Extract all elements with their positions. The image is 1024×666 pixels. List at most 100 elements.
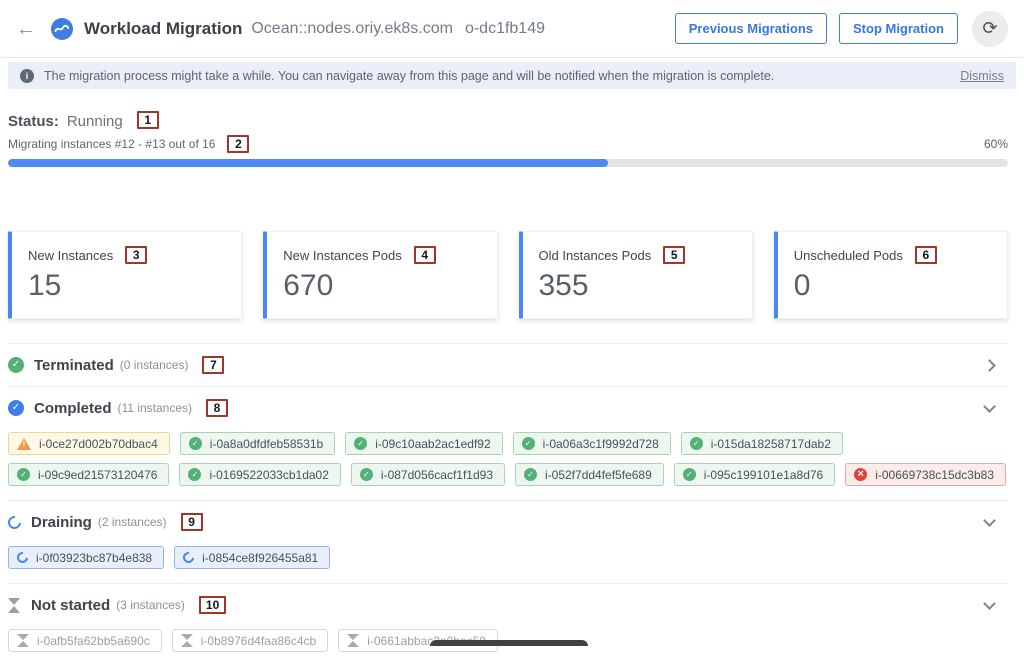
- success-icon: [360, 468, 373, 481]
- section-count: (0 instances): [120, 358, 189, 372]
- instance-id: i-0f03923bc87b4e838: [36, 551, 152, 565]
- section-title: Not started: [31, 597, 110, 614]
- progress-bar-fill: [8, 159, 608, 167]
- section-completed: Completed (11 instances) 8 i-0ce27d002b7…: [8, 386, 1008, 500]
- section-title: Draining: [31, 514, 92, 531]
- status-row: Status: Running 1: [8, 113, 1008, 130]
- section-count: (11 instances): [118, 401, 192, 415]
- warning-icon: [17, 438, 31, 450]
- instance-chip[interactable]: i-0854ce8f926455a81: [174, 546, 330, 569]
- info-icon: i: [20, 69, 34, 83]
- stat-cards: New Instances 3 15 New Instances Pods 4 …: [8, 231, 1008, 319]
- success-icon: [189, 437, 202, 450]
- card-new-instances-pods: New Instances Pods 4 670: [263, 231, 497, 319]
- bottom-overlay-bar: [430, 640, 588, 646]
- instance-id: i-09c9ed21573120476: [38, 468, 157, 482]
- chips-completed: i-0ce27d002b70dbac4 i-0a8a0dfdfeb58531b …: [8, 429, 1008, 500]
- instance-chip[interactable]: i-0169522033cb1da02: [179, 463, 340, 486]
- progress-bar: [8, 159, 1008, 167]
- card-new-instances: New Instances 3 15: [8, 231, 242, 319]
- instance-id: i-0a8a0dfdfeb58531b: [210, 437, 323, 451]
- instance-chip[interactable]: i-09c9ed21573120476: [8, 463, 169, 486]
- chevron-right-icon[interactable]: [983, 359, 996, 372]
- card-unscheduled-pods: Unscheduled Pods 6 0: [774, 231, 1008, 319]
- pending-icon: [181, 634, 193, 647]
- success-icon: [17, 468, 30, 481]
- card-value: 355: [539, 271, 736, 301]
- section-draining: Draining (2 instances) 9 i-0f03923bc87b4…: [8, 500, 1008, 583]
- chevron-down-icon[interactable]: [983, 514, 996, 527]
- annotation-badge-6: 6: [915, 246, 937, 264]
- chevron-down-icon[interactable]: [983, 400, 996, 413]
- previous-migrations-button[interactable]: Previous Migrations: [675, 13, 827, 44]
- progress-row: Migrating instances #12 - #13 out of 16 …: [8, 135, 1008, 153]
- chevron-down-icon[interactable]: [983, 597, 996, 610]
- success-icon: [524, 468, 537, 481]
- instance-id: i-087d056cacf1f1d93: [381, 468, 493, 482]
- section-title: Completed: [34, 400, 112, 417]
- instance-chip[interactable]: i-0afb5fa62bb5a690c: [8, 629, 162, 652]
- hourglass-icon: [8, 598, 21, 613]
- card-value: 670: [283, 271, 480, 301]
- instance-chip[interactable]: i-0b8976d4faa86c4cb: [172, 629, 328, 652]
- instance-id: i-0ce27d002b70dbac4: [39, 437, 158, 451]
- annotation-badge-4: 4: [414, 246, 436, 264]
- instance-chip[interactable]: i-0a8a0dfdfeb58531b: [180, 432, 335, 455]
- back-arrow-icon[interactable]: ←: [16, 19, 36, 39]
- pending-icon: [17, 634, 29, 647]
- card-label: New Instances Pods: [283, 248, 402, 263]
- annotation-badge-5: 5: [663, 246, 685, 264]
- info-banner: i The migration process might take a whi…: [8, 62, 1016, 89]
- instance-id: i-0854ce8f926455a81: [202, 551, 318, 565]
- progress-text: Migrating instances #12 - #13 out of 16: [8, 137, 215, 151]
- section-not-started-header[interactable]: Not started (3 instances) 10: [8, 584, 1008, 626]
- annotation-badge-10: 10: [199, 596, 226, 614]
- annotation-badge-9: 9: [181, 513, 203, 531]
- instance-id: i-015da18258717dab2: [711, 437, 831, 451]
- annotation-badge-7: 7: [202, 356, 224, 374]
- instance-id: i-0b8976d4faa86c4cb: [201, 634, 316, 648]
- instance-chip[interactable]: i-0f03923bc87b4e838: [8, 546, 164, 569]
- success-icon: [690, 437, 703, 450]
- page-title: Workload Migration: [84, 19, 242, 39]
- error-icon: [854, 468, 867, 481]
- draining-icon: [181, 550, 196, 565]
- card-label: Old Instances Pods: [539, 248, 652, 263]
- terminated-check-circle-icon: [8, 357, 24, 373]
- section-terminated-header[interactable]: Terminated (0 instances) 7: [8, 344, 1008, 386]
- section-count: (3 instances): [116, 598, 185, 612]
- instance-chip[interactable]: i-00669738c15dc3b83: [845, 463, 1006, 486]
- status-label: Status:: [8, 113, 59, 130]
- success-icon: [522, 437, 535, 450]
- section-terminated: Terminated (0 instances) 7: [8, 343, 1008, 386]
- progress-percent: 60%: [984, 137, 1008, 151]
- instance-id: i-0afb5fa62bb5a690c: [37, 634, 150, 648]
- refresh-icon[interactable]: ⟳: [972, 11, 1008, 47]
- banner-text: The migration process might take a while…: [44, 69, 774, 83]
- page-header: ← Workload Migration Ocean::nodes.oriy.e…: [0, 0, 1024, 58]
- stop-migration-button[interactable]: Stop Migration: [839, 13, 958, 44]
- instance-chip[interactable]: i-095c199101e1a8d76: [674, 463, 835, 486]
- instance-chip[interactable]: i-087d056cacf1f1d93: [351, 463, 505, 486]
- card-label: Unscheduled Pods: [794, 248, 903, 263]
- section-draining-header[interactable]: Draining (2 instances) 9: [8, 501, 1008, 543]
- instance-chip[interactable]: i-0ce27d002b70dbac4: [8, 432, 170, 455]
- status-value: Running: [67, 113, 123, 130]
- annotation-badge-8: 8: [206, 399, 228, 417]
- draining-spinner-icon: [5, 513, 23, 531]
- instance-id: i-09c10aab2ac1edf92: [375, 437, 490, 451]
- annotation-badge-3: 3: [125, 246, 147, 264]
- card-old-instances-pods: Old Instances Pods 5 355: [519, 231, 753, 319]
- card-value: 15: [28, 271, 225, 301]
- dismiss-link[interactable]: Dismiss: [960, 69, 1004, 83]
- annotation-badge-1: 1: [137, 111, 159, 129]
- section-count: (2 instances): [98, 515, 167, 529]
- instance-chip[interactable]: i-09c10aab2ac1edf92: [345, 432, 502, 455]
- ocean-logo-icon: [50, 17, 74, 41]
- instance-chip[interactable]: i-015da18258717dab2: [681, 432, 843, 455]
- section-completed-header[interactable]: Completed (11 instances) 8: [8, 387, 1008, 429]
- instance-chip[interactable]: i-0a06a3c1f9992d728: [513, 432, 671, 455]
- instance-chip[interactable]: i-052f7dd4fef5fe689: [515, 463, 664, 486]
- chips-not-started: i-0afb5fa62bb5a690c i-0b8976d4faa86c4cb …: [8, 626, 1008, 666]
- instance-sections: Terminated (0 instances) 7 Completed (11…: [8, 343, 1008, 666]
